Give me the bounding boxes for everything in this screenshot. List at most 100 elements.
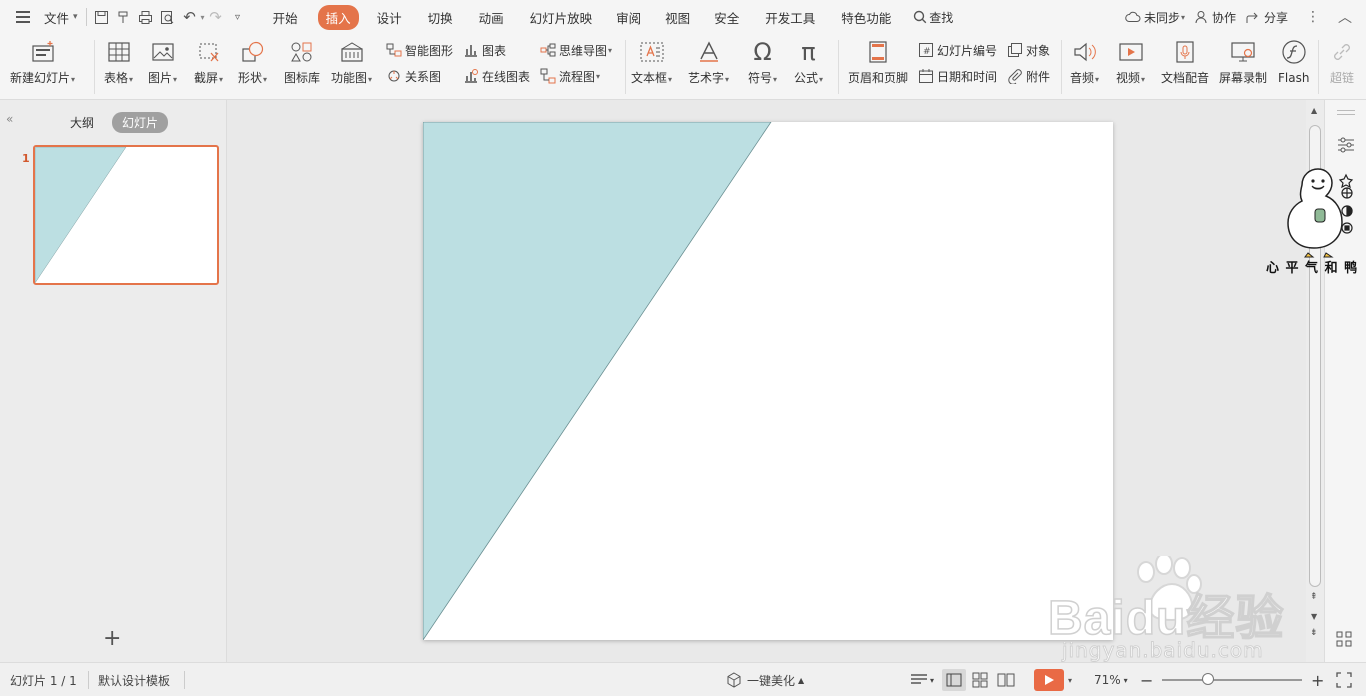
- zoom-in-button[interactable]: +: [1311, 663, 1324, 696]
- scroll-up-icon[interactable]: ▲: [1311, 106, 1317, 115]
- chevron-down-icon[interactable]: ▾: [1068, 676, 1072, 685]
- chevron-down-icon: ▾: [219, 75, 224, 84]
- share-icon: [1246, 12, 1258, 23]
- slide-thumbnail[interactable]: [33, 145, 219, 285]
- audio-button[interactable]: 音频▾: [1070, 38, 1099, 86]
- screen-record-label: 屏幕录制: [1219, 71, 1268, 85]
- customize-icon[interactable]: ▿: [227, 6, 249, 28]
- shape-button[interactable]: 形状▾: [238, 38, 267, 86]
- textbox-label: 文本框: [631, 71, 668, 85]
- cube-icon: [727, 672, 741, 688]
- slide[interactable]: [422, 121, 1113, 642]
- format-painter-icon[interactable]: [113, 6, 135, 28]
- tab-animation[interactable]: 动画: [471, 5, 512, 30]
- slide-number-button[interactable]: # 幻灯片编号: [918, 40, 997, 60]
- mindmap-button[interactable]: 思维导图 ▾: [540, 40, 612, 60]
- fit-window-button[interactable]: [1336, 663, 1352, 696]
- flash-button[interactable]: Flash: [1278, 38, 1309, 86]
- wordart-button[interactable]: 艺术字▾: [688, 38, 729, 86]
- online-chart-icon: [463, 68, 479, 84]
- tab-design[interactable]: 设计: [369, 5, 410, 30]
- relation-chart-button[interactable]: 关系图: [386, 66, 441, 86]
- video-button[interactable]: 视频▾: [1116, 38, 1145, 86]
- grid-view-icon[interactable]: [1335, 630, 1353, 651]
- reading-view-button[interactable]: [997, 663, 1015, 696]
- thumbnail-preview: [35, 147, 127, 283]
- screen-record-button[interactable]: 屏幕录制: [1219, 38, 1267, 86]
- flowchart-icon: [540, 68, 556, 84]
- attachment-button[interactable]: 附件: [1007, 66, 1050, 86]
- divider: [1318, 40, 1319, 94]
- tab-slideshow[interactable]: 幻灯片放映: [522, 5, 601, 30]
- slide-panel: « 大纲 幻灯片 1 +: [0, 100, 227, 662]
- header-footer-button[interactable]: 页眉和页脚: [848, 38, 908, 86]
- symbol-button[interactable]: Ω 符号▾: [748, 38, 777, 86]
- collapse-ribbon-icon[interactable]: ︿: [1338, 7, 1352, 27]
- collab-button[interactable]: 协作: [1195, 9, 1236, 26]
- online-chart-button[interactable]: 在线图表: [463, 66, 530, 86]
- properties-icon[interactable]: [1336, 136, 1356, 157]
- beautify-button[interactable]: 一键美化 ▲: [726, 663, 804, 696]
- slide-number-label: 幻灯片编号: [937, 43, 998, 58]
- print-icon[interactable]: [135, 6, 157, 28]
- slideshow-play-button[interactable]: ▾: [1034, 663, 1072, 696]
- divider: [184, 671, 185, 689]
- icon-library-button[interactable]: 图标库: [284, 38, 320, 86]
- screenshot-button[interactable]: 截屏▾: [194, 38, 223, 86]
- tab-transition[interactable]: 切换: [420, 5, 461, 30]
- scroll-up-double-icon[interactable]: ⇞: [1310, 592, 1318, 602]
- zoom-level[interactable]: 71% ▾: [1094, 663, 1128, 696]
- undo-icon[interactable]: ↶: [179, 6, 201, 28]
- redo-icon[interactable]: ↷: [205, 6, 227, 28]
- scroll-down-icon[interactable]: ▼: [1311, 612, 1317, 621]
- textbox-button[interactable]: 文本框▾: [631, 38, 672, 86]
- zoom-value: 71%: [1094, 673, 1121, 687]
- sync-button[interactable]: 未同步 ▾: [1125, 9, 1185, 26]
- scroll-down-double-icon[interactable]: ⇟: [1310, 628, 1318, 638]
- collapse-panel-icon[interactable]: «: [6, 112, 13, 126]
- table-button[interactable]: 表格▾: [104, 38, 133, 86]
- new-slide-button[interactable]: 新建幻灯片▾: [10, 38, 75, 86]
- menu-icon[interactable]: [16, 11, 32, 23]
- add-slide-button[interactable]: +: [103, 628, 121, 650]
- date-time-button[interactable]: 日期和时间: [918, 66, 997, 86]
- file-menu[interactable]: 文件: [36, 5, 77, 30]
- tab-start[interactable]: 开始: [265, 5, 306, 30]
- tab-outline[interactable]: 大纲: [60, 112, 104, 133]
- tab-insert[interactable]: 插入: [317, 4, 359, 30]
- chevron-down-icon: ▾: [368, 75, 373, 84]
- tab-slides[interactable]: 幻灯片: [112, 112, 169, 133]
- tab-review[interactable]: 审阅: [608, 5, 649, 30]
- formula-button[interactable]: π 公式▾: [794, 38, 823, 86]
- object-button[interactable]: 对象: [1007, 40, 1050, 60]
- save-icon[interactable]: [91, 6, 113, 28]
- more-options-icon[interactable]: ⋮: [1306, 9, 1320, 25]
- picture-button[interactable]: 图片▾: [148, 38, 177, 86]
- chart-icon: [463, 42, 479, 58]
- voiceover-button[interactable]: 文档配音: [1161, 38, 1209, 86]
- hyperlink-button[interactable]: 超链: [1328, 38, 1356, 86]
- smart-shape-button[interactable]: 智能图形: [386, 40, 453, 60]
- tab-view[interactable]: 视图: [657, 5, 698, 30]
- rail-handle: [1337, 110, 1355, 111]
- share-button[interactable]: 分享: [1246, 9, 1288, 26]
- chevron-down-icon: ▾: [819, 75, 824, 84]
- chevron-down-icon[interactable]: ▾: [73, 12, 78, 22]
- zoom-slider[interactable]: [1162, 663, 1302, 696]
- tab-features[interactable]: 特色功能: [833, 5, 899, 30]
- function-chart-button[interactable]: 功能图▾: [331, 38, 372, 86]
- notes-toggle[interactable]: ▾: [910, 663, 934, 696]
- tab-developer[interactable]: 开发工具: [757, 5, 823, 30]
- template-name[interactable]: 默认设计模板: [98, 663, 170, 696]
- print-preview-icon[interactable]: [157, 6, 179, 28]
- symbol-label: 符号: [748, 71, 773, 85]
- omega-icon: Ω: [753, 38, 772, 66]
- normal-view-button[interactable]: [942, 663, 966, 696]
- zoom-knob[interactable]: [1202, 673, 1215, 685]
- zoom-out-button[interactable]: −: [1140, 663, 1153, 696]
- slide-sorter-button[interactable]: [972, 663, 988, 696]
- flowchart-button[interactable]: 流程图 ▾: [540, 66, 600, 86]
- tab-security[interactable]: 安全: [706, 5, 747, 30]
- chart-button[interactable]: 图表: [463, 40, 506, 60]
- search-button[interactable]: 查找: [913, 9, 953, 26]
